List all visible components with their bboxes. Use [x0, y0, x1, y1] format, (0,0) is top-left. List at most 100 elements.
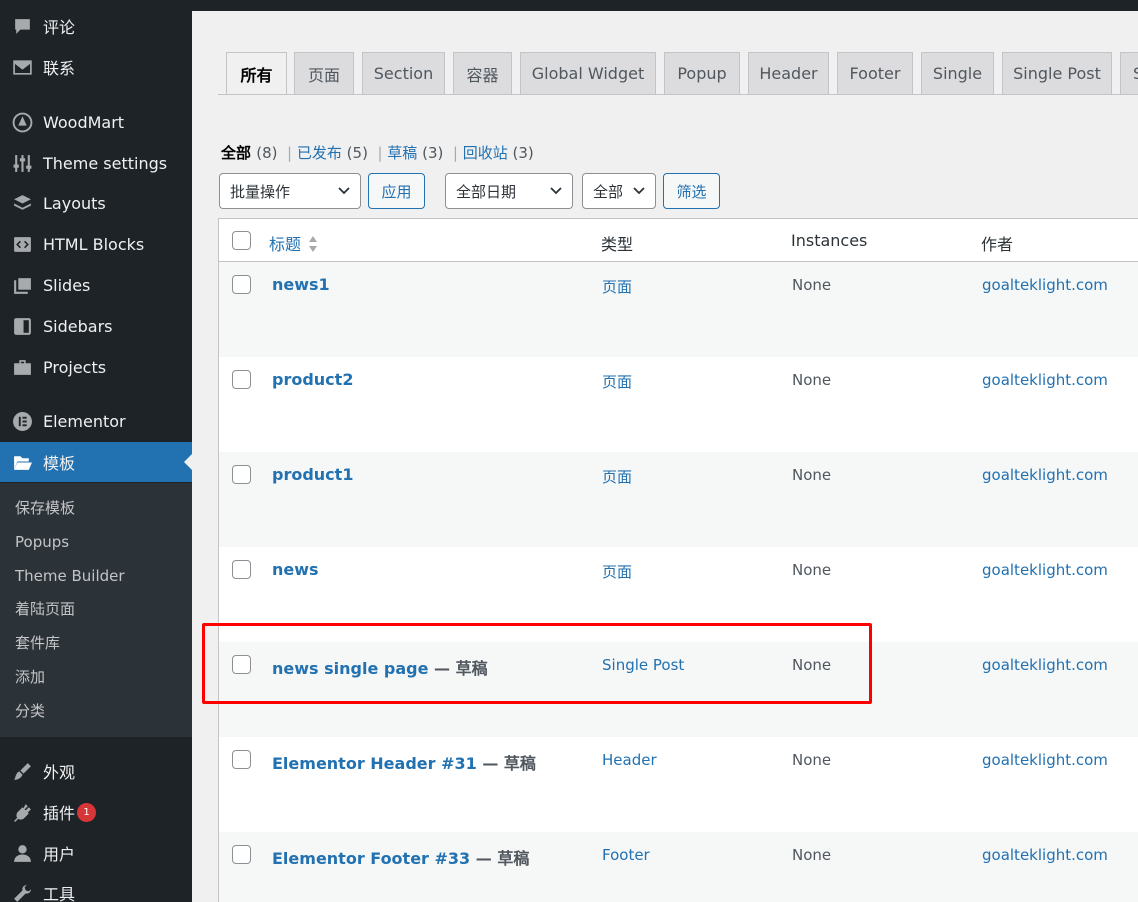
- submenu-item-popups[interactable]: Popups: [15, 530, 69, 554]
- sort-icon: [309, 236, 318, 252]
- sidebar-item-woodmart[interactable]: WoodMart: [0, 102, 192, 142]
- apply-button[interactable]: 应用: [368, 173, 425, 209]
- submenu-item-theme-builder[interactable]: Theme Builder: [15, 564, 125, 588]
- table-row: product2 页面 None goalteklight.com: [219, 357, 1138, 452]
- row-instances: None: [792, 561, 832, 579]
- row-author-link[interactable]: goalteklight.com: [982, 561, 1108, 579]
- status-published-link[interactable]: 已发布 (5): [297, 144, 368, 162]
- settings-sliders-icon: [11, 152, 33, 174]
- sidebar-item-sidebars[interactable]: Sidebars: [0, 306, 192, 346]
- row-checkbox[interactable]: [232, 845, 251, 864]
- tab-popup[interactable]: Popup: [664, 52, 740, 95]
- row-post-state: — 草稿: [470, 849, 530, 868]
- row-title-link[interactable]: product1: [272, 465, 353, 484]
- row-author-link[interactable]: goalteklight.com: [982, 656, 1108, 674]
- sidebar-item-theme-settings[interactable]: Theme settings: [0, 143, 192, 183]
- row-author-link[interactable]: goalteklight.com: [982, 276, 1108, 294]
- sidebar-item-tools[interactable]: 工具: [0, 873, 192, 902]
- sidebar-item-html-blocks[interactable]: HTML Blocks: [0, 224, 192, 264]
- column-instances: Instances: [791, 231, 868, 250]
- chevron-down-icon: [633, 187, 645, 195]
- row-author-link[interactable]: goalteklight.com: [982, 371, 1108, 389]
- sidebar-item-projects[interactable]: Projects: [0, 347, 192, 387]
- type-filter-value: 全部: [593, 182, 624, 201]
- submenu-item-kit-library[interactable]: 套件库: [15, 631, 60, 655]
- tab-container[interactable]: 容器: [453, 52, 512, 95]
- row-type-link[interactable]: Header: [602, 751, 657, 769]
- column-title-sort[interactable]: 标题: [269, 231, 318, 255]
- tab-page[interactable]: 页面: [294, 52, 354, 95]
- slides-icon: [11, 274, 33, 296]
- row-type-link[interactable]: 页面: [602, 371, 632, 392]
- briefcase-icon: [11, 356, 33, 378]
- table-header: 标题 类型 Instances 作者: [219, 219, 1138, 262]
- column-author: 作者: [981, 235, 1014, 254]
- status-draft-link[interactable]: 草稿 (3): [387, 144, 443, 162]
- row-type-link[interactable]: Footer: [602, 846, 650, 864]
- sidebar-item-slides[interactable]: Slides: [0, 265, 192, 305]
- sidebar-item-label: HTML Blocks: [43, 234, 145, 254]
- status-filter-links: 全部 (8) | 已发布 (5) | 草稿 (3) | 回收站 (3): [221, 144, 534, 162]
- sidebar-item-label: 评论: [43, 18, 76, 37]
- submenu-item-add-new[interactable]: 添加: [15, 665, 45, 689]
- sidebar-item-layouts[interactable]: Layouts: [0, 183, 192, 223]
- sidebar-item-elementor[interactable]: Elementor: [0, 401, 192, 441]
- row-title-link[interactable]: Elementor Header #31: [272, 754, 477, 773]
- row-author-link[interactable]: goalteklight.com: [982, 846, 1108, 864]
- tab-section[interactable]: Section: [362, 52, 445, 95]
- row-type-link[interactable]: 页面: [602, 466, 632, 487]
- comment-icon: [11, 15, 33, 37]
- tab-single-post[interactable]: Single Post: [1002, 52, 1112, 95]
- status-trash-link[interactable]: 回收站 (3): [463, 144, 534, 162]
- row-author-link[interactable]: goalteklight.com: [982, 751, 1108, 769]
- row-type-link[interactable]: 页面: [602, 276, 632, 297]
- sidebar-item-contact[interactable]: 联系: [0, 47, 192, 87]
- row-title-link[interactable]: Elementor Footer #33: [272, 849, 470, 868]
- tab-header[interactable]: Header: [748, 52, 829, 95]
- tab-single-page[interactable]: S: [1120, 52, 1138, 95]
- active-indicator: [184, 454, 192, 470]
- status-all-link[interactable]: 全部 (8): [221, 144, 278, 162]
- row-checkbox[interactable]: [232, 560, 251, 579]
- templates-submenu: 保存模板 Popups Theme Builder 着陆页面 套件库 添加 分类: [0, 483, 192, 737]
- tab-footer[interactable]: Footer: [837, 52, 913, 95]
- admin-bar: [0, 0, 1138, 11]
- submenu-item-categories[interactable]: 分类: [15, 699, 45, 723]
- sidebar-item-users[interactable]: 用户: [0, 833, 192, 873]
- sidebar-item-comments[interactable]: 评论: [0, 6, 192, 46]
- sidebar-item-templates[interactable]: 模板: [0, 442, 192, 482]
- sidebar-item-label: Slides: [43, 275, 91, 295]
- sidebar-item-appearance[interactable]: 外观: [0, 751, 192, 791]
- sidebar-item-label: Sidebars: [43, 316, 113, 336]
- sidebar-item-label: 插件: [43, 804, 76, 823]
- row-checkbox[interactable]: [232, 275, 251, 294]
- row-title-link[interactable]: news: [272, 560, 319, 579]
- type-filter-select[interactable]: 全部: [582, 173, 656, 209]
- sidebar-item-label: 联系: [43, 59, 76, 78]
- select-all-checkbox[interactable]: [232, 231, 251, 250]
- submenu-item-landing-pages[interactable]: 着陆页面: [15, 597, 75, 621]
- row-title-link[interactable]: product2: [272, 370, 353, 389]
- sidebar-item-label: WoodMart: [43, 112, 125, 132]
- tab-global-widget[interactable]: Global Widget: [520, 52, 656, 95]
- row-title-cell: product1: [272, 465, 353, 484]
- row-checkbox[interactable]: [232, 465, 251, 484]
- sidebar-item-label: Theme settings: [43, 153, 168, 173]
- paintbrush-icon: [11, 760, 33, 782]
- row-instances: None: [792, 371, 832, 389]
- row-checkbox[interactable]: [232, 370, 251, 389]
- sidebar-item-label: 用户: [43, 845, 76, 864]
- date-filter-select[interactable]: 全部日期: [445, 173, 573, 209]
- bulk-action-select[interactable]: 批量操作: [219, 173, 361, 209]
- submenu-item-saved-templates[interactable]: 保存模板: [15, 496, 75, 520]
- row-author-link[interactable]: goalteklight.com: [982, 466, 1108, 484]
- tab-single[interactable]: Single: [921, 52, 994, 95]
- row-title-link[interactable]: news1: [272, 275, 330, 294]
- sidebar-item-plugins[interactable]: 插件 1: [0, 792, 192, 832]
- sidebar-item-label: Elementor: [43, 411, 126, 431]
- row-type-link[interactable]: 页面: [602, 561, 632, 582]
- row-checkbox[interactable]: [232, 750, 251, 769]
- tab-all[interactable]: 所有: [226, 52, 287, 95]
- woodmart-icon: [11, 111, 33, 133]
- filter-button[interactable]: 筛选: [663, 173, 720, 209]
